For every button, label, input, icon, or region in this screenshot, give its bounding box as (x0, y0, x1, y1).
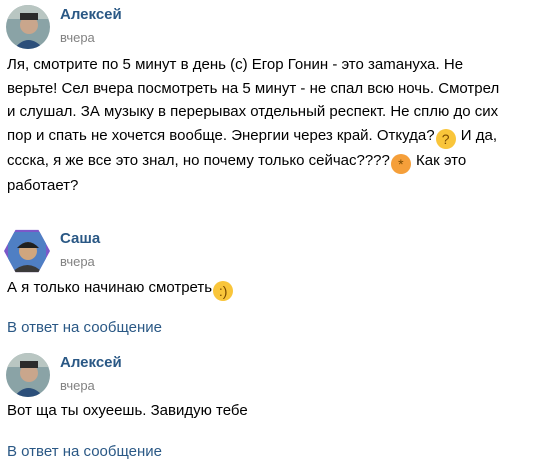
comment-date[interactable]: вчера (60, 378, 95, 393)
comment-item: Алексей вчера Ля, смотрите по 5 минут в … (0, 0, 538, 200)
comment-text-part: Вот ща ты охуеешь. Завидую тебе (7, 402, 248, 419)
comment-date[interactable]: вчера (60, 30, 95, 45)
comment-author[interactable]: Алексей (60, 354, 122, 371)
comment-text: Ля, смотрите по 5 минут в день (с) Егор … (7, 53, 507, 197)
reply-to-message-link[interactable]: В ответ на сообщение (7, 443, 162, 460)
comment-item: Алексей вчера Вот ща ты охуеешь. Завидую… (0, 348, 538, 476)
exploding-head-icon: * (390, 153, 411, 174)
comment-text-part: А я только начинаю смотреть (7, 279, 213, 296)
comment-item: Саша вчера А я только начинаю смотреть:)… (0, 224, 538, 342)
comment-text-part: Ля, смотрите по 5 минут в день (с) Егор … (7, 56, 500, 144)
avatar[interactable] (6, 5, 50, 49)
comment-date[interactable]: вчера (60, 254, 95, 269)
comment-author[interactable]: Алексей (60, 6, 122, 23)
avatar[interactable] (4, 229, 50, 273)
reply-to-message-link[interactable]: В ответ на сообщение (7, 319, 162, 336)
comment-text: А я только начинаю смотреть:) (7, 276, 507, 301)
comment-text: Вот ща ты охуеешь. Завидую тебе (7, 399, 507, 423)
smiling-face-icon: :) (213, 281, 234, 301)
thinking-face-icon: ? (435, 128, 456, 149)
comment-author[interactable]: Саша (60, 230, 100, 247)
avatar[interactable] (6, 353, 50, 397)
